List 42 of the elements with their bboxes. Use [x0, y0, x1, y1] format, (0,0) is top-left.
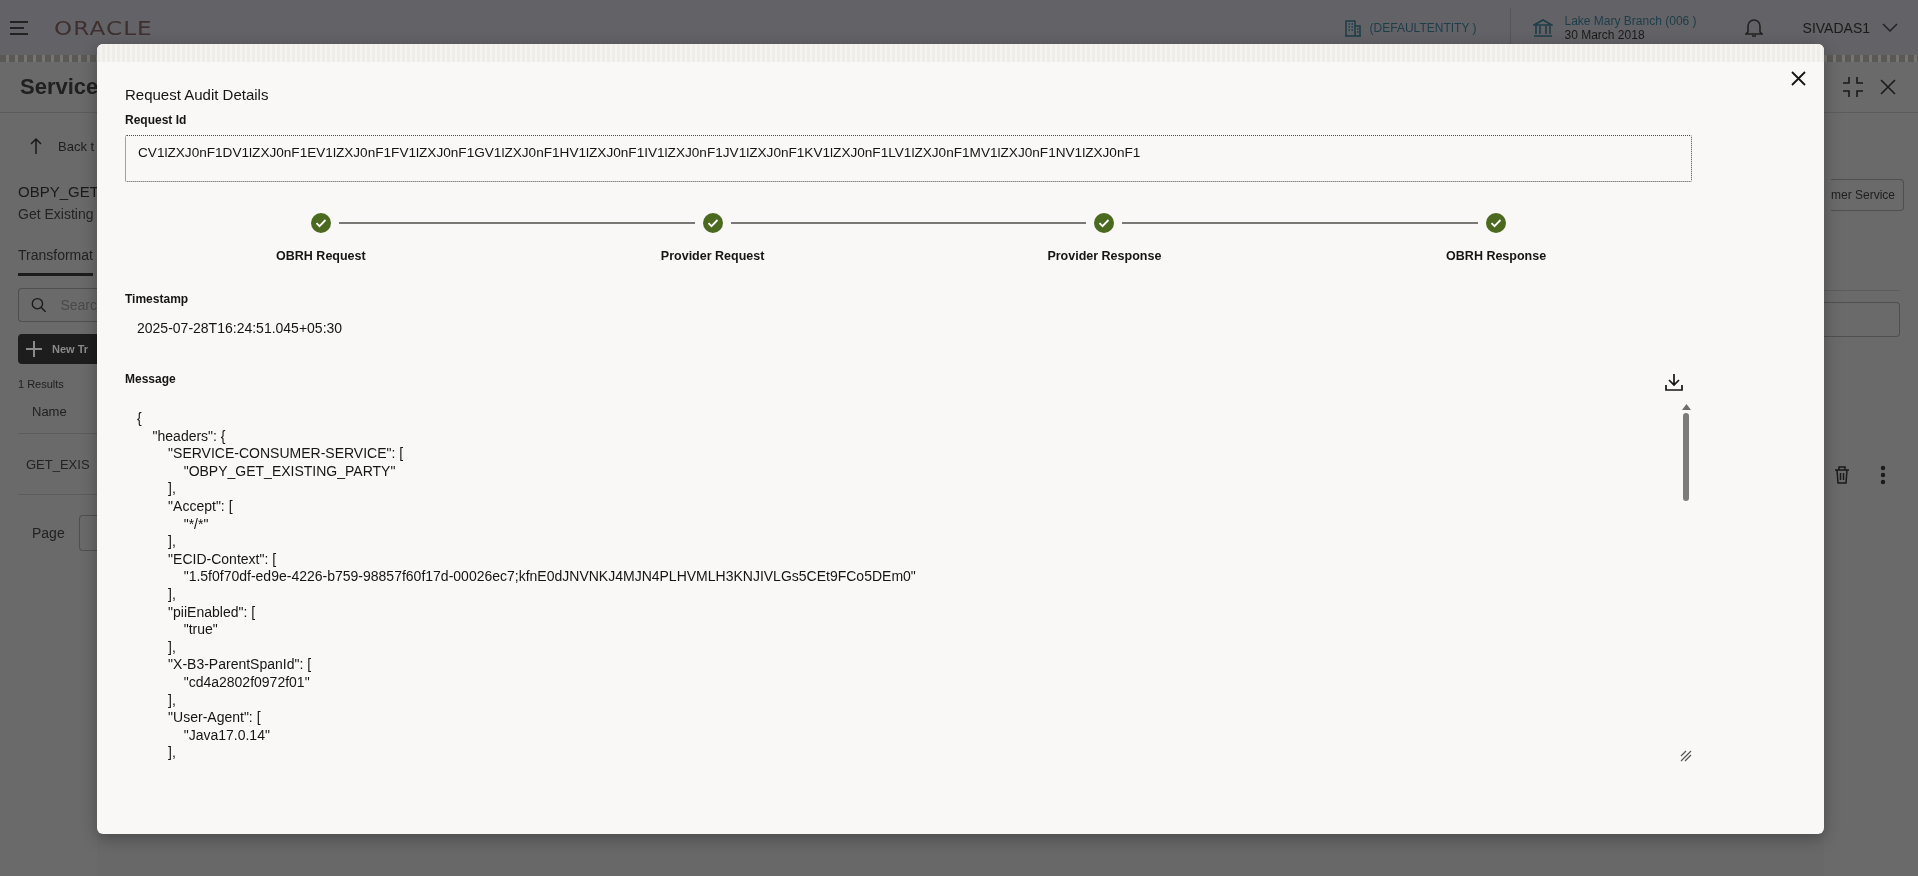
dialog-title: Request Audit Details [125, 86, 270, 103]
service-name: OBPY_GET [18, 183, 97, 200]
table-cell: GET_EXIS [26, 456, 90, 472]
step-label: Provider Response [1047, 249, 1162, 263]
notification-bell-icon[interactable] [1744, 17, 1763, 38]
branch-name[interactable]: Lake Mary Branch (006 ) [1564, 13, 1697, 28]
field-label: Message [125, 372, 176, 386]
resize-grip-icon[interactable] [1680, 750, 1692, 762]
arrow-up-icon[interactable] [30, 137, 42, 155]
entity-label[interactable]: (DEFAULTENTITY ) [1369, 20, 1477, 35]
back-link[interactable]: Back t [58, 138, 95, 154]
results-count: 1 Results [18, 378, 65, 390]
menu-icon[interactable] [10, 20, 30, 35]
new-button[interactable]: New Tr [18, 334, 97, 364]
kebab-menu-icon[interactable] [1880, 465, 1886, 485]
step-label: Provider Request [660, 249, 765, 263]
plus-icon [26, 341, 42, 357]
building-icon [1343, 18, 1362, 37]
panel-title: Service [20, 74, 99, 100]
chevron-down-icon[interactable] [1882, 22, 1898, 33]
collapse-icon[interactable] [1842, 76, 1864, 98]
branch-date: 30 March 2018 [1564, 27, 1646, 42]
consumer-service-button[interactable]: mer Service [1831, 179, 1904, 211]
bank-icon [1532, 17, 1553, 38]
scroll-up-arrow-icon[interactable] [1681, 404, 1691, 410]
trash-icon[interactable] [1834, 466, 1850, 484]
column-header: Name [32, 404, 68, 421]
service-description: Get Existing [18, 206, 95, 222]
step-label: OBRH Request [276, 249, 366, 263]
logo: ORACLE [54, 15, 153, 40]
page-label: Page [32, 525, 65, 541]
user-name[interactable]: SIVADAS1 [1802, 19, 1870, 36]
download-icon[interactable] [1664, 372, 1684, 392]
search-icon [31, 296, 47, 314]
message-text: { "headers": { "SERVICE-CONSUMER-SERVICE": [ "OBPY_GET_EXISTING_PARTY" ], "Accept": [ "*/*" ], "ECID-Context": [ "1.5f0f70df-ed9e-4226-b759-98857f60f17d-00026ec7;kfnE0dJNVNKJ4MJN4PLHVMLH3KNJIVLGs5CEt9FCo5DEm0" ], "piiEnabled": [ "true" ], "X-B3-ParentSpanId": [ "cd4a2802f0972f01" ], "User-Agent": [ "Java17.0.14" ], [137, 410, 917, 762]
field-label: Timestamp [125, 292, 190, 306]
tab[interactable]: Transformat [18, 247, 93, 276]
close-icon[interactable] [1791, 71, 1806, 86]
field-label: Request Id [125, 113, 188, 127]
timestamp-value: 2025-07-28T16:24:51.045+05:30 [137, 320, 344, 336]
step-label: OBRH Response [1446, 249, 1547, 263]
scrollbar-thumb[interactable] [1683, 413, 1689, 501]
